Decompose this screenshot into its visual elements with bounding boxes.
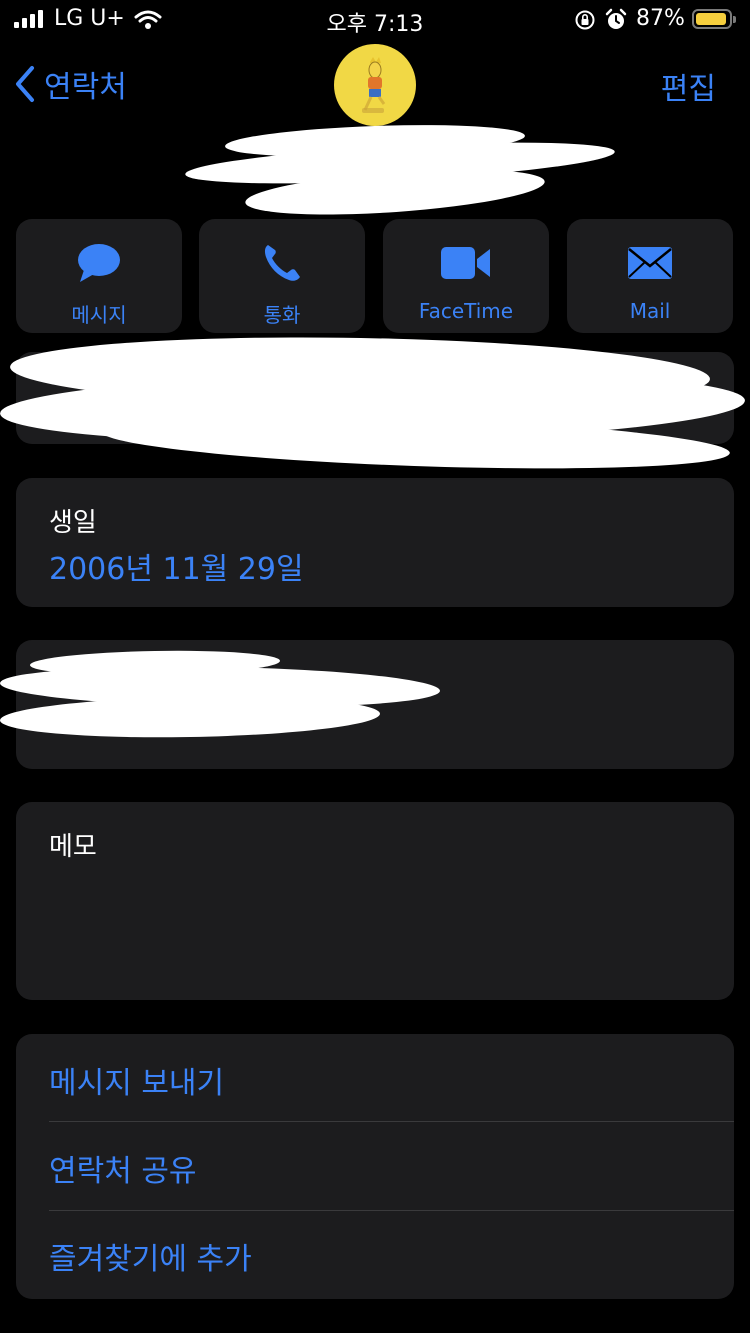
name-redaction [184, 118, 625, 228]
orientation-lock-icon [575, 10, 595, 30]
birthday-card: 생일 2006년 11월 29일 [16, 478, 734, 607]
options-card: 메시지 보내기 연락처 공유 즐겨찾기에 추가 [16, 1034, 734, 1299]
avatar[interactable] [334, 44, 416, 126]
alarm-icon [605, 8, 627, 29]
back-button[interactable]: 연락처 [14, 60, 127, 108]
phone-icon [264, 245, 300, 281]
mail-action-label: Mail [629, 299, 671, 323]
message-action-label: 메시지 [71, 303, 127, 327]
battery-icon [692, 9, 736, 29]
birthday-value[interactable]: 2006년 11월 29일 [49, 544, 304, 588]
back-button-label: 연락처 [44, 70, 127, 105]
send-message-option[interactable]: 메시지 보내기 [49, 1058, 224, 1102]
memo-label: 메모 [49, 832, 97, 862]
birthday-label: 생일 [49, 508, 97, 538]
status-bar: LG U+ 오후 7:13 87% [0, 0, 750, 40]
message-bubble-icon [78, 244, 120, 282]
field-redaction [0, 645, 470, 745]
divider [49, 1121, 734, 1122]
memo-card[interactable]: 메모 [16, 802, 734, 1000]
divider [49, 1210, 734, 1211]
edit-button[interactable]: 편집 [661, 64, 716, 108]
phone-number-redaction [0, 330, 750, 480]
avatar-character-icon [362, 57, 386, 113]
video-camera-icon [441, 247, 490, 279]
mail-action-button[interactable]: Mail [567, 219, 733, 333]
facetime-action-button[interactable]: FaceTime [383, 219, 549, 333]
share-contact-option[interactable]: 연락처 공유 [49, 1146, 197, 1190]
add-to-favorites-option[interactable]: 즐겨찾기에 추가 [49, 1234, 252, 1278]
envelope-icon [628, 247, 672, 279]
facetime-action-label: FaceTime [418, 299, 514, 323]
call-action-button[interactable]: 통화 [199, 219, 365, 333]
chevron-left-icon [16, 66, 34, 102]
call-action-label: 통화 [263, 303, 301, 327]
battery-percent: 87% [636, 6, 685, 31]
message-action-button[interactable]: 메시지 [16, 219, 182, 333]
